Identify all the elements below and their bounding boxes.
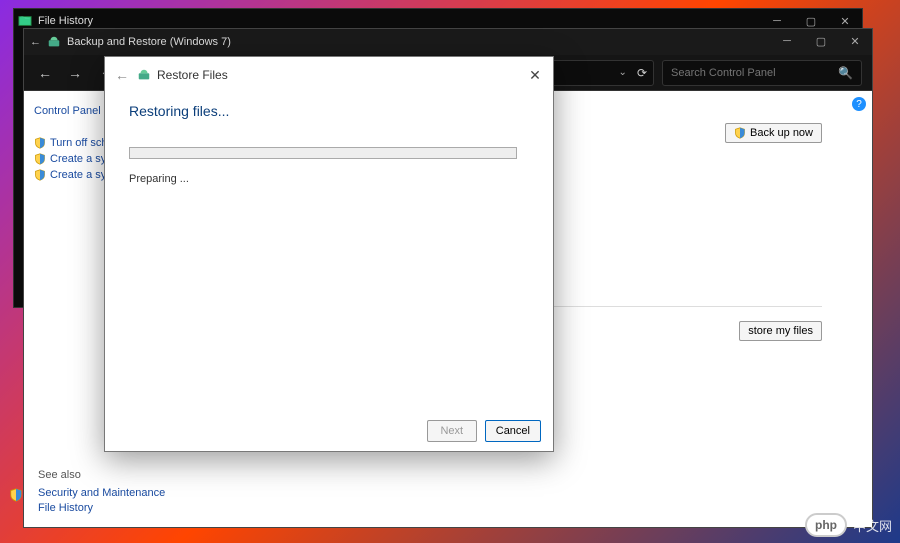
nav-back-button[interactable]: ← bbox=[34, 62, 56, 84]
dialog-close-button[interactable]: ✕ bbox=[525, 65, 545, 85]
refresh-icon[interactable]: ⟳ bbox=[637, 66, 647, 80]
see-also-header: See also bbox=[38, 469, 165, 481]
dialog-back-button[interactable]: ← bbox=[115, 67, 129, 83]
dialog-body: Restoring files... Preparing ... bbox=[105, 93, 553, 411]
backup-titlebar: ← Backup and Restore (Windows 7) ─ ▢ ✕ bbox=[24, 29, 872, 55]
file-history-title: File History bbox=[38, 15, 93, 27]
cancel-button[interactable]: Cancel bbox=[485, 420, 541, 442]
watermark: php 中文网 bbox=[805, 513, 892, 537]
nav-forward-button[interactable]: → bbox=[64, 62, 86, 84]
backup-icon bbox=[47, 35, 61, 49]
maximize-button[interactable]: ▢ bbox=[804, 29, 838, 53]
watermark-text: 中文网 bbox=[853, 516, 892, 535]
dialog-title: Restore Files bbox=[157, 68, 228, 82]
backup-button-label: Back up now bbox=[750, 127, 813, 139]
backup-title: Backup and Restore (Windows 7) bbox=[67, 36, 231, 48]
restore-files-dialog: ← Restore Files ✕ Restoring files... Pre… bbox=[104, 56, 554, 452]
taskbar-shield-icon[interactable] bbox=[9, 488, 23, 507]
see-also-security[interactable]: Security and Maintenance bbox=[38, 487, 165, 499]
shield-icon bbox=[34, 137, 46, 149]
progress-bar bbox=[129, 147, 517, 159]
search-icon[interactable]: 🔍 bbox=[838, 66, 853, 80]
minimize-button[interactable]: ─ bbox=[770, 29, 804, 53]
nav-back-small[interactable]: ← bbox=[30, 36, 41, 48]
shield-icon bbox=[34, 153, 46, 165]
address-dropdown-icon[interactable]: ⌄ bbox=[619, 67, 627, 78]
search-box[interactable]: 🔍 bbox=[662, 60, 862, 86]
dialog-heading: Restoring files... bbox=[129, 103, 529, 119]
see-also-section: See also Security and Maintenance File H… bbox=[38, 469, 165, 517]
next-button[interactable]: Next bbox=[427, 420, 477, 442]
progress-status: Preparing ... bbox=[129, 173, 529, 185]
dialog-header: ← Restore Files ✕ bbox=[105, 57, 553, 93]
search-input[interactable] bbox=[671, 67, 838, 79]
dialog-footer: Next Cancel bbox=[105, 411, 553, 451]
restore-icon bbox=[137, 68, 151, 82]
see-also-file-history[interactable]: File History bbox=[38, 502, 165, 514]
restore-files-button[interactable]: store my files bbox=[739, 321, 822, 341]
file-history-icon bbox=[18, 14, 32, 28]
backup-now-button[interactable]: Back up now bbox=[725, 123, 822, 143]
close-button[interactable]: ✕ bbox=[838, 29, 872, 53]
shield-icon bbox=[734, 127, 746, 139]
watermark-logo: php bbox=[805, 513, 847, 537]
shield-icon bbox=[34, 169, 46, 181]
